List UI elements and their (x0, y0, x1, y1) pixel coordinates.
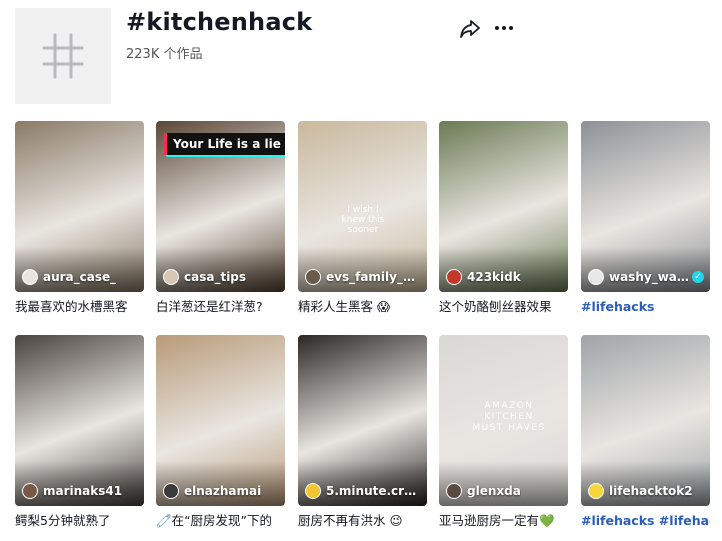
author-name: casa_tips (184, 270, 247, 284)
video-author[interactable]: 423kidk (446, 269, 562, 285)
video-thumbnail[interactable]: 423kidk (439, 121, 568, 292)
video-thumbnail[interactable]: elnazhamai (156, 335, 285, 506)
video-thumbnail[interactable]: AMAZON KITCHEN MUST HAVES glenxda (439, 335, 568, 506)
avatar (163, 483, 179, 499)
video-author[interactable]: 5.minute.cra... (305, 483, 421, 499)
video-count: 223K 个作品 (126, 47, 203, 62)
video-author[interactable]: marinaks41 (22, 483, 138, 499)
video-caption[interactable]: #lifehacks (581, 298, 710, 315)
author-name: washy_wa... (609, 270, 689, 284)
author-name: 423kidk (467, 270, 521, 284)
avatar (446, 269, 462, 285)
page-title: #kitchenhack (126, 8, 313, 36)
avatar (163, 269, 179, 285)
video-card[interactable]: lifehacktok2 #lifehacks #lifehack (581, 335, 710, 529)
verified-badge-icon: ✓ (692, 271, 704, 283)
video-caption: 鳄梨5分钟就熟了 (15, 513, 111, 528)
video-author[interactable]: washy_wa... ✓ (588, 269, 704, 285)
share-icon (460, 20, 480, 38)
video-author[interactable]: evs_family_h... (305, 269, 421, 285)
video-card[interactable]: 423kidk 这个奶酪刨丝器效果 (439, 121, 568, 315)
overlay-text: AMAZON KITCHEN MUST HAVES (472, 401, 546, 433)
avatar (22, 269, 38, 285)
avatar (446, 483, 462, 499)
video-thumbnail[interactable]: lifehacktok2 (581, 335, 710, 506)
video-card[interactable]: AMAZON KITCHEN MUST HAVES glenxda 亚马逊厨房一定有… (439, 335, 568, 529)
video-author[interactable]: elnazhamai (163, 483, 279, 499)
video-card[interactable]: aura_case_ 我最喜欢的水槽黑客 (15, 121, 144, 315)
author-name: elnazhamai (184, 484, 262, 498)
video-caption: 亚马逊厨房一定有💚 (439, 513, 555, 528)
video-card[interactable]: marinaks41 鳄梨5分钟就熟了 (15, 335, 144, 529)
video-thumbnail[interactable]: 5.minute.cra... (298, 335, 427, 506)
video-author[interactable]: aura_case_ (22, 269, 138, 285)
video-thumbnail[interactable]: aura_case_ (15, 121, 144, 292)
avatar (22, 483, 38, 499)
video-caption: 厨房不再有洪水 😉 (298, 513, 403, 528)
video-caption[interactable]: #lifehacks #lifehack (581, 512, 710, 529)
avatar (588, 483, 604, 499)
author-name: aura_case_ (43, 270, 117, 284)
video-thumbnail[interactable]: I wish I knew this sooner evs_family_h... (298, 121, 427, 292)
video-caption: 🧷在“厨房发现”下的 (156, 513, 273, 528)
avatar (305, 269, 321, 285)
more-icon (495, 26, 513, 30)
author-name: marinaks41 (43, 484, 123, 498)
author-name: glenxda (467, 484, 521, 498)
video-card[interactable]: elnazhamai 🧷在“厨房发现”下的 (156, 335, 285, 529)
overlay-text: I wish I knew this sooner (341, 205, 385, 235)
video-card[interactable]: washy_wa... ✓ #lifehacks (581, 121, 710, 315)
avatar (305, 483, 321, 499)
video-caption: 精彩人生黑客 😱 (298, 299, 391, 314)
video-thumbnail[interactable]: marinaks41 (15, 335, 144, 506)
video-caption: 我最喜欢的水槽黑客 (15, 299, 128, 314)
video-card[interactable]: I wish I knew this sooner evs_family_h...… (298, 121, 427, 315)
hashtag-cover (15, 8, 111, 104)
video-caption: 这个奶酪刨丝器效果 (439, 299, 552, 314)
video-author[interactable]: lifehacktok2 (588, 483, 704, 499)
share-button[interactable] (459, 19, 481, 39)
video-thumbnail[interactable]: Your Life is a lie casa_tips (156, 121, 285, 292)
video-author[interactable]: casa_tips (163, 269, 279, 285)
video-card[interactable]: Your Life is a lie casa_tips 白洋葱还是红洋葱? (156, 121, 285, 315)
video-caption: 白洋葱还是红洋葱? (156, 299, 263, 314)
video-card[interactable]: 5.minute.cra... 厨房不再有洪水 😉 (298, 335, 427, 529)
hashtag-icon (42, 33, 84, 79)
video-author[interactable]: glenxda (446, 483, 562, 499)
more-options-button[interactable] (493, 18, 515, 38)
author-name: 5.minute.cra... (326, 484, 421, 498)
overlay-banner-text: Your Life is a lie (164, 133, 285, 155)
avatar (588, 269, 604, 285)
video-thumbnail[interactable]: washy_wa... ✓ (581, 121, 710, 292)
author-name: evs_family_h... (326, 270, 421, 284)
author-name: lifehacktok2 (609, 484, 693, 498)
